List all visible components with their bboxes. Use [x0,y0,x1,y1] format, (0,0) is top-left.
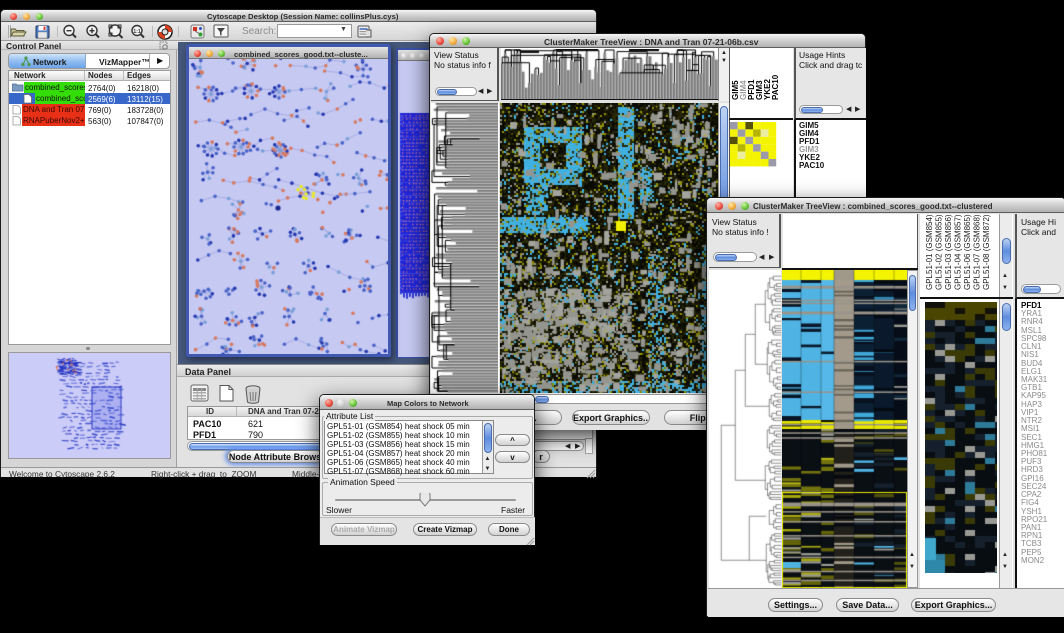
svg-text:GPL51-04 (GSM857): GPL51-04 (GSM857) [954,214,963,290]
svg-text:GPL51-07 (GSM868): GPL51-07 (GSM868) [973,214,982,290]
svg-text:GPL51-03 (GSM856): GPL51-03 (GSM856) [944,214,953,290]
svg-text:PAC10: PAC10 [771,74,780,100]
svg-text:GPL51-02 (GSM855): GPL51-02 (GSM855) [935,214,944,290]
svg-text:1:1: 1:1 [133,29,140,35]
svg-text:GPL51-01 (GSM854): GPL51-01 (GSM854) [925,214,934,290]
svg-text:GPL51-08 (GSM872): GPL51-08 (GSM872) [982,214,991,290]
svg-text:GPL51-06 (GSM865): GPL51-06 (GSM865) [963,214,972,290]
